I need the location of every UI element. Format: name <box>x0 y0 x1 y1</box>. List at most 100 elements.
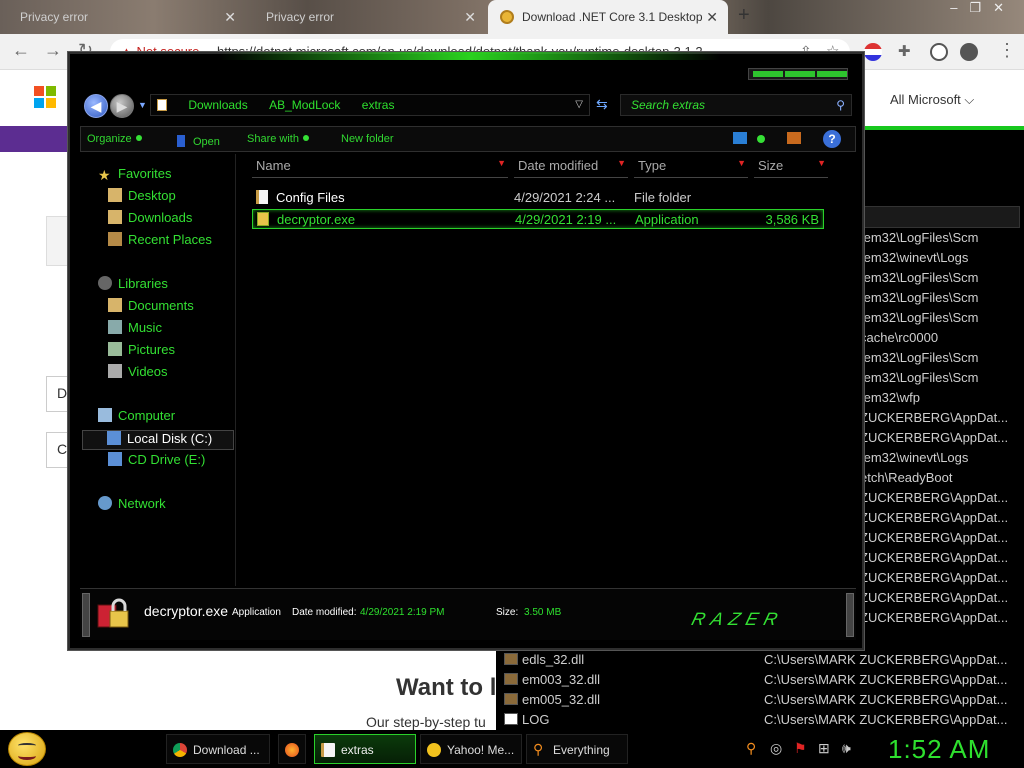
maximize-button[interactable] <box>785 71 815 77</box>
refresh-icon[interactable]: ⇆ <box>596 96 608 113</box>
list-item[interactable]: ZUCKERBERG\AppDat... <box>860 430 1024 450</box>
list-item[interactable]: tem32\winevt\Logs <box>860 250 1024 270</box>
open-button[interactable]: Open <box>177 133 220 148</box>
table-row[interactable]: decryptor.exe 4/29/2021 2:19 ... Applica… <box>252 209 824 229</box>
list-item[interactable]: ZUCKERBERG\AppDat... <box>860 610 1024 630</box>
search-input[interactable]: Search extras ⚲ <box>620 94 852 116</box>
list-item[interactable]: tem32\LogFiles\Scm <box>860 310 1024 330</box>
column-size[interactable]: Size ▼ <box>754 158 828 178</box>
preview-pane-icon[interactable] <box>787 132 801 144</box>
list-item[interactable]: tem32\LogFiles\Scm <box>860 350 1024 370</box>
all-microsoft-menu[interactable]: All Microsoft ⌵ <box>890 92 974 108</box>
sort-arrow-icon[interactable]: ▼ <box>817 158 826 168</box>
tab-privacy-error-1[interactable]: Privacy error ✕ <box>0 0 246 34</box>
nav-local-disk[interactable]: Local Disk (C:) <box>82 430 234 450</box>
new-folder-button[interactable]: New folder <box>341 133 394 145</box>
microsoft-logo-icon[interactable] <box>34 86 56 108</box>
list-item[interactable]: edls_32.dll C:\Users\MARK ZUCKERBERG\App… <box>504 652 1024 672</box>
taskbar-button-chrome[interactable]: Download ... <box>166 734 270 764</box>
extensions-icon[interactable]: ✚ <box>898 42 911 60</box>
breadcrumb-extras[interactable]: extras <box>362 98 395 112</box>
close-button[interactable] <box>817 71 847 77</box>
view-icon[interactable] <box>733 132 747 144</box>
nav-documents[interactable]: Documents <box>108 298 194 318</box>
sort-arrow-icon[interactable]: ▼ <box>497 158 506 168</box>
breadcrumb[interactable]: Downloads AB_ModLock extras ▽ <box>150 94 590 116</box>
profile-avatar-icon[interactable] <box>960 43 978 61</box>
view-options-icon[interactable] <box>757 135 765 143</box>
list-item[interactable]: tem32\LogFiles\Scm <box>860 270 1024 290</box>
list-item[interactable]: LOG C:\Users\MARK ZUCKERBERG\AppDat... <box>504 712 1024 732</box>
column-type[interactable]: Type ▼ <box>634 158 748 178</box>
nav-recent-places[interactable]: Recent Places <box>108 232 212 252</box>
start-button[interactable] <box>8 732 46 766</box>
sync-icon[interactable] <box>930 43 948 61</box>
nav-downloads[interactable]: Downloads <box>108 210 192 230</box>
caption-buttons[interactable] <box>748 68 848 80</box>
column-date-modified[interactable]: Date modified ▼ <box>514 158 628 178</box>
tray-search-icon[interactable]: ⚲ <box>746 740 756 757</box>
flag-extension-icon[interactable] <box>864 43 882 61</box>
nav-pictures[interactable]: Pictures <box>108 342 175 362</box>
sort-arrow-icon[interactable]: ▼ <box>617 158 626 168</box>
nav-cd-drive[interactable]: CD Drive (E:) <box>108 452 205 472</box>
list-item[interactable]: tem32\LogFiles\Scm <box>860 230 1024 250</box>
column-name[interactable]: Name ▼ <box>252 158 508 178</box>
help-icon[interactable]: ? <box>823 130 841 148</box>
nav-favorites[interactable]: ★ Favorites <box>98 166 171 186</box>
list-item[interactable]: ZUCKERBERG\AppDat... <box>860 590 1024 610</box>
tray-circle-icon[interactable]: ◎ <box>770 740 782 757</box>
forward-arrow-icon[interactable]: → <box>44 40 62 61</box>
list-item[interactable]: tem32\LogFiles\Scm <box>860 370 1024 390</box>
list-item[interactable]: ZUCKERBERG\AppDat... <box>860 530 1024 550</box>
list-item[interactable]: tem32\LogFiles\Scm <box>860 290 1024 310</box>
list-item[interactable]: ZUCKERBERG\AppDat... <box>860 490 1024 510</box>
taskbar-button-yahoo[interactable]: Yahoo! Me... <box>420 734 522 764</box>
tab-dotnet-download[interactable]: Download .NET Core 3.1 Desktop ✕ <box>488 0 728 34</box>
list-item[interactable]: tem32\winevt\Logs <box>860 450 1024 470</box>
nav-network[interactable]: Network <box>98 496 166 516</box>
list-item[interactable]: etch\ReadyBoot <box>860 470 1024 490</box>
volume-icon[interactable]: 🕪 <box>842 740 851 757</box>
nav-desktop[interactable]: Desktop <box>108 188 176 208</box>
list-item[interactable]: cache\rc0000 <box>860 330 1024 350</box>
share-with-button[interactable]: Share with <box>247 133 309 145</box>
chevron-down-icon[interactable]: ▽ <box>575 95 583 115</box>
window-controls[interactable]: –❐✕ <box>950 0 1016 16</box>
nav-computer[interactable]: Computer <box>98 408 175 428</box>
taskbar-button-everything[interactable]: ⚲ Everything <box>526 734 628 764</box>
nav-libraries[interactable]: Libraries <box>98 276 168 296</box>
list-item[interactable]: ZUCKERBERG\AppDat... <box>860 550 1024 570</box>
list-item[interactable]: ZUCKERBERG\AppDat... <box>860 510 1024 530</box>
new-tab-button[interactable]: + <box>738 4 750 27</box>
back-arrow-icon[interactable]: ◀ <box>84 94 108 118</box>
close-tab-icon[interactable]: ✕ <box>464 0 476 34</box>
close-tab-icon[interactable]: ✕ <box>706 0 718 34</box>
list-item[interactable]: em003_32.dll C:\Users\MARK ZUCKERBERG\Ap… <box>504 672 1024 692</box>
nav-music[interactable]: Music <box>108 320 162 340</box>
nav-videos[interactable]: Videos <box>108 364 168 384</box>
taskbar-button-extras[interactable]: extras <box>314 734 416 764</box>
list-item[interactable]: ZUCKERBERG\AppDat... <box>860 410 1024 430</box>
organize-button[interactable]: Organize <box>87 133 142 145</box>
list-item[interactable]: tem32\wfp <box>860 390 1024 410</box>
network-tray-icon[interactable]: ⊞ <box>818 740 830 757</box>
list-item[interactable]: em005_32.dll C:\Users\MARK ZUCKERBERG\Ap… <box>504 692 1024 712</box>
forward-arrow-icon[interactable]: ▶ <box>110 94 134 118</box>
taskbar-button-firefox[interactable] <box>278 734 306 764</box>
table-row[interactable]: Config Files 4/29/2021 2:24 ... File fol… <box>252 188 824 208</box>
action-center-flag-icon[interactable]: ⚑ <box>794 740 807 757</box>
breadcrumb-ab-modlock[interactable]: AB_ModLock <box>269 98 340 112</box>
system-clock[interactable]: 1:52 AM <box>888 734 990 765</box>
tab-privacy-error-2[interactable]: Privacy error ✕ <box>246 0 486 34</box>
breadcrumb-downloads[interactable]: Downloads <box>188 98 247 112</box>
history-dropdown-icon[interactable]: ▼ <box>138 100 147 110</box>
back-arrow-icon[interactable]: ← <box>12 40 30 61</box>
sort-arrow-icon[interactable]: ▼ <box>737 158 746 168</box>
minimize-button[interactable] <box>753 71 783 77</box>
close-tab-icon[interactable]: ✕ <box>224 0 236 34</box>
search-icon[interactable]: ⚲ <box>836 95 845 115</box>
list-item[interactable]: ZUCKERBERG\AppDat... <box>860 570 1024 590</box>
menu-kebab-icon[interactable]: ⋮ <box>998 40 1016 61</box>
details-side-bar <box>82 593 90 637</box>
